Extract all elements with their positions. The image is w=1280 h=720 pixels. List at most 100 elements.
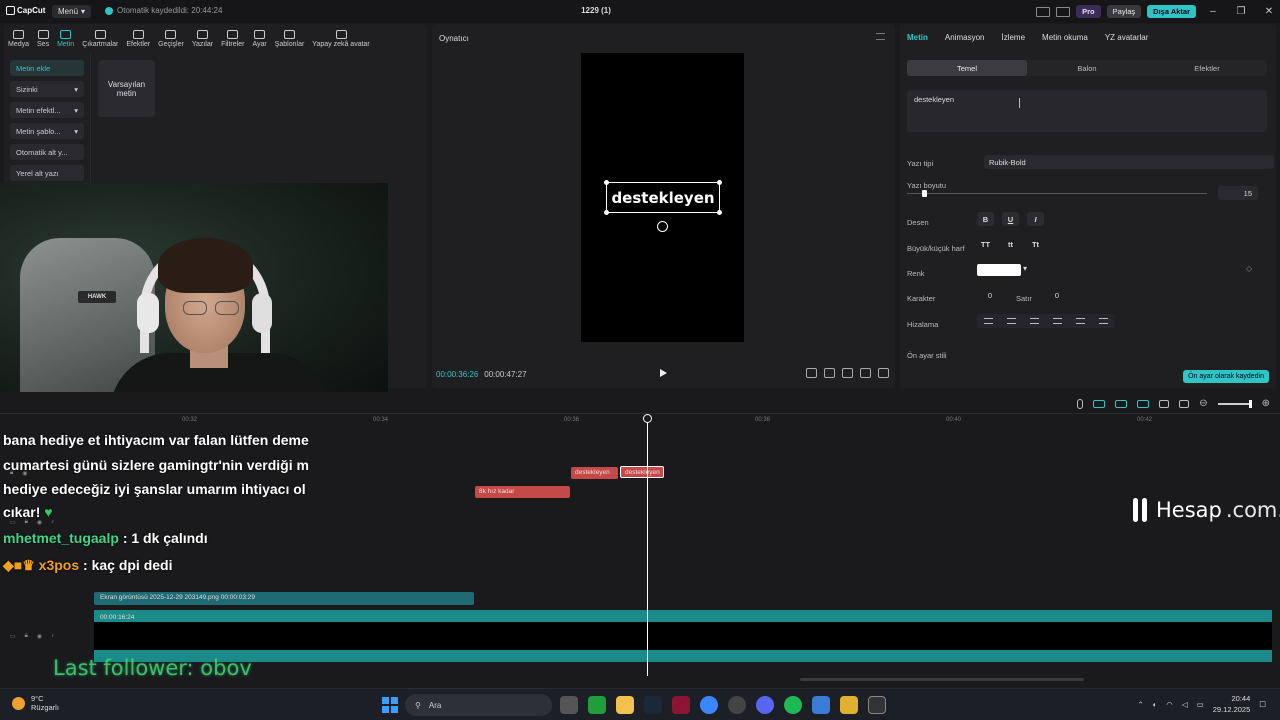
ratio-icon[interactable] <box>860 368 871 378</box>
minimize-icon[interactable]: – <box>1202 6 1224 17</box>
tool-filtreler[interactable]: Filtreler <box>217 26 248 52</box>
resize-handle[interactable] <box>717 210 722 215</box>
align-middle-icon[interactable] <box>1076 318 1085 324</box>
zoom-out-icon[interactable]: ⊖ <box>1199 398 1207 409</box>
app-icon[interactable] <box>840 696 858 714</box>
text-clip[interactable]: 8k hız kadar <box>475 486 570 498</box>
resize-handle[interactable] <box>604 210 609 215</box>
maximize-icon[interactable]: ❐ <box>1230 6 1252 17</box>
uppercase-button[interactable]: TT <box>977 237 994 251</box>
spotify-icon[interactable] <box>784 696 802 714</box>
subtab-0[interactable]: Temel <box>907 60 1027 76</box>
github-icon[interactable] <box>728 696 746 714</box>
taskbar-search[interactable]: ⚲ Ara <box>405 694 552 716</box>
align-left-icon[interactable] <box>984 318 993 324</box>
tool-medya[interactable]: Medya <box>4 26 33 52</box>
microphone-icon[interactable]: ◐ <box>1153 700 1158 709</box>
link-icon[interactable] <box>1093 399 1106 408</box>
lowercase-button[interactable]: tt <box>1002 237 1019 251</box>
tool-yapay-zekâ-avatar[interactable]: Yapay zekâ avatar <box>308 26 373 52</box>
chevron-up-icon[interactable]: ⌃ <box>1137 700 1143 709</box>
tool-ayar[interactable]: Ayar <box>248 26 270 52</box>
caption-text-box[interactable]: destekleyen <box>604 180 722 215</box>
weather-widget[interactable]: 9°C Rüzgarlı <box>12 694 59 712</box>
windows-start-icon[interactable] <box>382 697 398 713</box>
tool-metin[interactable]: Metin <box>53 26 78 52</box>
clock[interactable]: 20:44 29.12.2025 <box>1213 693 1251 715</box>
valorant-icon[interactable] <box>672 696 690 714</box>
zoom-fit-icon[interactable]: ⊕ <box>1262 398 1270 409</box>
export-button[interactable]: Dışa Aktar <box>1147 5 1196 18</box>
zoom-slider[interactable] <box>1217 399 1252 408</box>
keyframe-icon[interactable]: ◇ <box>1246 264 1252 273</box>
nav-item[interactable]: Otomatik alt y... <box>10 144 84 160</box>
capcut-taskbar-icon[interactable] <box>868 696 886 714</box>
steam-icon[interactable] <box>644 696 662 714</box>
play-icon[interactable] <box>660 369 667 377</box>
text-clip-selected[interactable]: destekleyen <box>620 466 664 478</box>
lock-icon[interactable]: 🔒︎ <box>25 519 28 526</box>
file-explorer-icon[interactable] <box>616 696 634 714</box>
resize-handle[interactable] <box>717 180 722 185</box>
tab-2[interactable]: İzleme <box>1001 33 1025 42</box>
discord-icon[interactable] <box>756 696 774 714</box>
preview-axis-icon[interactable] <box>1159 399 1170 408</box>
tool-ses[interactable]: Ses <box>33 26 53 52</box>
split-icon[interactable] <box>1179 399 1190 408</box>
underline-button[interactable]: U <box>1002 212 1019 226</box>
align-right-icon[interactable] <box>1030 318 1039 324</box>
color-picker[interactable] <box>977 264 1021 276</box>
resize-handle[interactable] <box>604 180 609 185</box>
tab-1[interactable]: Animasyon <box>945 33 985 42</box>
size-slider[interactable] <box>907 190 1207 197</box>
microphone-icon[interactable] <box>1077 398 1084 409</box>
tab-0[interactable]: Metin <box>907 33 928 42</box>
speaker-icon[interactable]: ♪ <box>51 519 54 526</box>
font-select[interactable]: Rubik-Bold <box>984 155 1274 169</box>
tool-efektler[interactable]: Efektler <box>122 26 154 52</box>
nav-item[interactable]: Yerel alt yazı <box>10 165 84 181</box>
italic-button[interactable]: I <box>1027 212 1044 226</box>
align-bottom-icon[interactable] <box>1099 318 1108 324</box>
close-icon[interactable]: ✕ <box>1258 6 1280 17</box>
align-center-icon[interactable] <box>1007 318 1016 324</box>
shortcuts-icon[interactable] <box>1056 6 1071 17</box>
default-text-card[interactable]: Varsayılan metin <box>98 60 155 117</box>
tool-yazılar[interactable]: Yazılar <box>188 26 217 52</box>
nav-item[interactable]: Metin efektl... ▾ <box>10 102 84 118</box>
rotate-handle-icon[interactable] <box>657 221 668 232</box>
main-menu-button[interactable]: Menü ▾ <box>52 5 92 18</box>
text-content-input[interactable]: destekleyen <box>907 90 1267 132</box>
media-clip[interactable]: Ekran görüntüsü 2025-12-29 203149.png 00… <box>94 592 474 605</box>
speaker-icon[interactable]: ♪ <box>51 633 54 640</box>
nav-item[interactable]: Sizinki ▾ <box>10 81 84 97</box>
share-button[interactable]: Paylaş <box>1106 5 1142 18</box>
volume-icon[interactable]: ◁ <box>1182 700 1188 709</box>
tool-geçişler[interactable]: Geçişler <box>154 26 188 52</box>
chevron-down-icon[interactable]: ▾ <box>1023 264 1027 273</box>
preview-canvas[interactable]: destekleyen <box>581 53 744 342</box>
tab-4[interactable]: YZ avatarlar <box>1105 33 1149 42</box>
tool-şablonlar[interactable]: Şablonlar <box>271 26 309 52</box>
menu-icon[interactable] <box>876 33 885 40</box>
line-spacing-input[interactable]: 0 <box>1025 288 1065 302</box>
nav-item[interactable]: Metin ekle <box>10 60 84 76</box>
titlecase-button[interactable]: Tt <box>1027 237 1044 251</box>
text-clip[interactable]: destekleyen <box>571 467 618 479</box>
snap-icon[interactable] <box>1137 399 1150 408</box>
char-spacing-input[interactable]: 0 <box>958 288 998 302</box>
save-preset-button[interactable]: Ön ayar olarak kaydedin <box>1183 370 1269 383</box>
lock-icon[interactable]: 🔒︎ <box>25 633 28 640</box>
magnet-icon[interactable] <box>1115 399 1128 408</box>
subtab-2[interactable]: Efektler <box>1147 60 1267 76</box>
bold-button[interactable]: B <box>977 212 994 226</box>
wifi-icon[interactable]: ◠ <box>1166 700 1173 709</box>
crop-icon[interactable] <box>806 368 817 378</box>
tool-çıkartmalar[interactable]: Çıkartmalar <box>78 26 122 52</box>
tab-3[interactable]: Metin okuma <box>1042 33 1088 42</box>
fullscreen-icon[interactable] <box>878 368 889 378</box>
playhead-handle[interactable] <box>643 414 652 423</box>
playhead-line[interactable] <box>647 414 648 676</box>
fit-icon[interactable] <box>842 368 853 378</box>
pro-button[interactable]: Pro <box>1076 5 1101 18</box>
